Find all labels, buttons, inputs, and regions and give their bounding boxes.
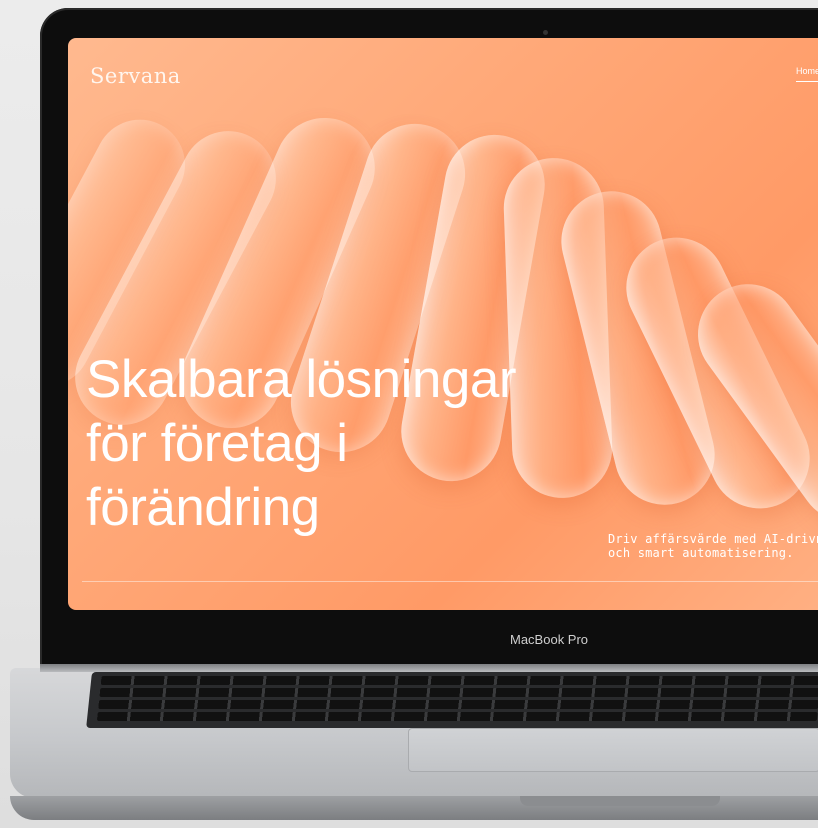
laptop-hinge xyxy=(40,664,818,672)
screen: Servana Home Skalbara lösningar för före… xyxy=(68,38,818,610)
site-logo[interactable]: Servana xyxy=(90,64,181,88)
subtext-line: Driv affärsvärde med AI-drivna xyxy=(608,532,818,546)
key-row xyxy=(100,676,818,685)
headline-line: för företag i xyxy=(86,414,348,473)
headline-line: förändring xyxy=(86,478,320,537)
key-row xyxy=(99,688,818,697)
hero-headline: Skalbara lösningar för företag i förändr… xyxy=(86,348,606,540)
headline-line: Skalbara lösningar xyxy=(86,350,516,409)
camera-icon xyxy=(543,30,548,35)
hero-divider xyxy=(82,581,818,582)
trackpad xyxy=(408,728,818,772)
keyboard xyxy=(86,672,818,728)
key-row xyxy=(96,712,818,721)
device-brand-label: MacBook Pro xyxy=(510,632,589,647)
hero-subtext: Driv affärsvärde med AI-drivna och smart… xyxy=(608,532,818,560)
nav-link-home[interactable]: Home xyxy=(796,66,818,82)
subtext-line: och smart automatisering. xyxy=(608,546,794,560)
key-row xyxy=(98,700,818,709)
laptop-notch xyxy=(520,796,720,806)
